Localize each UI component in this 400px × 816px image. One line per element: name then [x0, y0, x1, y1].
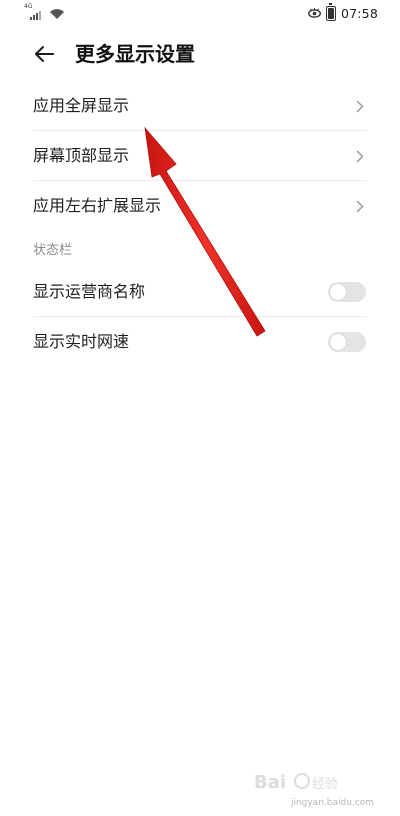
setting-row-carrier-name: 显示运营商名称 — [0, 267, 400, 317]
chevron-right-icon — [356, 150, 364, 163]
baidu-logo-watermark: Bai 经验 — [254, 772, 338, 793]
svg-text:经验: 经验 — [312, 776, 338, 792]
settings-screen: 4G 07:58 更多显示设置 应用全屏显示 屏幕顶部显示 应用左右扩展显示 状… — [0, 0, 400, 816]
carrier-name-toggle[interactable] — [328, 282, 366, 302]
section-header-status-bar: 状态栏 — [0, 231, 400, 267]
setting-row-top-display[interactable]: 屏幕顶部显示 — [0, 131, 400, 181]
watermark-url: jingyan.baidu.com — [290, 798, 374, 808]
wifi-icon — [50, 9, 64, 19]
back-arrow-icon[interactable] — [32, 42, 56, 66]
toggle-knob — [330, 284, 346, 300]
settings-list: 应用全屏显示 屏幕顶部显示 应用左右扩展显示 状态栏 显示运营商名称 显示实时网… — [0, 81, 400, 367]
chevron-right-icon — [356, 100, 364, 113]
signal-icon — [30, 11, 41, 20]
setting-row-fullscreen-apps[interactable]: 应用全屏显示 — [0, 81, 400, 131]
setting-label: 显示运营商名称 — [33, 282, 146, 301]
setting-row-network-speed: 显示实时网速 — [0, 317, 400, 367]
section-title: 状态栏 — [33, 243, 73, 258]
chevron-right-icon — [356, 200, 364, 213]
setting-label: 应用全屏显示 — [33, 96, 130, 115]
battery-fill — [327, 8, 334, 19]
eye-comfort-icon — [307, 8, 321, 18]
svg-text:Bai: Bai — [254, 772, 286, 793]
baidu-watermark: Bai 经验 jingyan.baidu.com — [254, 768, 374, 808]
page-title: 更多显示设置 — [75, 42, 195, 66]
network-type: 4G — [24, 3, 33, 10]
status-bar: 4G 07:58 — [0, 0, 400, 26]
toggle-knob — [330, 334, 346, 350]
network-speed-toggle[interactable] — [328, 332, 366, 352]
setting-label: 应用左右扩展显示 — [33, 196, 162, 215]
status-left: 4G — [24, 3, 65, 20]
app-header: 更多显示设置 — [0, 36, 400, 72]
setting-label: 屏幕顶部显示 — [33, 146, 130, 165]
battery-icon — [325, 3, 336, 21]
setting-row-side-extension[interactable]: 应用左右扩展显示 — [0, 181, 400, 231]
status-right: 07:58 — [307, 3, 378, 21]
status-time: 07:58 — [340, 5, 378, 21]
setting-label: 显示实时网速 — [33, 332, 130, 351]
